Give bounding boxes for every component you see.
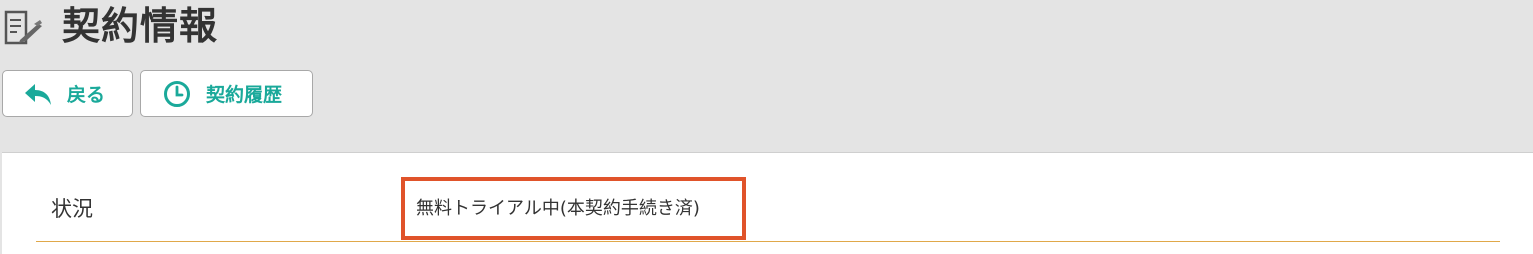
- status-value: 無料トライアル中(本契約手続き済): [416, 198, 700, 219]
- contract-info-panel: 状況 無料トライアル中(本契約手続き済): [2, 152, 1533, 254]
- row-divider: [36, 241, 1500, 242]
- back-button[interactable]: 戻る: [2, 70, 133, 117]
- reply-arrow-icon: [24, 80, 52, 108]
- status-label: 状況: [51, 197, 93, 221]
- contract-history-button[interactable]: 契約履歴: [140, 70, 313, 117]
- document-pen-icon: [4, 10, 44, 46]
- contract-history-button-label: 契約履歴: [206, 84, 283, 106]
- page-header: 契約情報 戻る 契約履歴: [0, 0, 1533, 152]
- clock-icon: [163, 80, 191, 108]
- page-title: 契約情報: [62, 4, 219, 48]
- back-button-label: 戻る: [67, 84, 106, 106]
